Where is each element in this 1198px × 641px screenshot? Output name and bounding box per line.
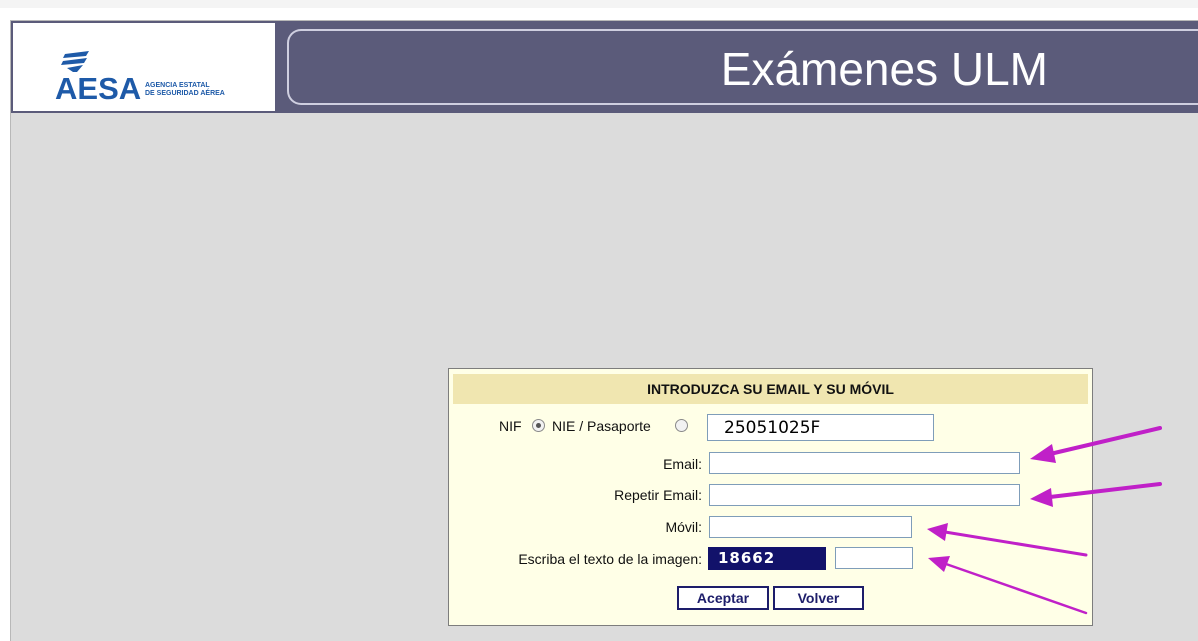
aesa-logo[interactable]: AESA AGENCIA ESTATAL DE SEGURIDAD AÉREA — [13, 23, 275, 111]
page: AESA AGENCIA ESTATAL DE SEGURIDAD AÉREA … — [0, 0, 1198, 641]
nie-radio[interactable] — [675, 419, 688, 432]
email-input[interactable] — [709, 452, 1020, 474]
captcha-input[interactable] — [835, 547, 913, 569]
title-panel: Exámenes ULM — [287, 29, 1198, 105]
nif-label: NIF — [499, 418, 522, 434]
nie-label: NIE / Pasaporte — [552, 418, 651, 434]
repeat-email-label: Repetir Email: — [614, 487, 702, 503]
captcha-image: 18662 — [708, 547, 826, 570]
back-button[interactable]: Volver — [773, 586, 864, 610]
mobile-input[interactable] — [709, 516, 912, 538]
repeat-email-input[interactable] — [709, 484, 1020, 506]
nif-radio[interactable] — [532, 419, 545, 432]
logo-subtitle: AGENCIA ESTATAL DE SEGURIDAD AÉREA — [145, 82, 225, 97]
form-heading: INTRODUZCA SU EMAIL Y SU MÓVIL — [453, 374, 1088, 404]
document-number-input[interactable] — [707, 414, 934, 441]
contact-form: INTRODUZCA SU EMAIL Y SU MÓVIL NIF NIE /… — [448, 368, 1093, 626]
accept-button[interactable]: Aceptar — [677, 586, 769, 610]
page-title: Exámenes ULM — [720, 43, 1048, 95]
aesa-wings-icon — [61, 51, 89, 72]
logo-text: AESA — [55, 71, 142, 106]
email-label: Email: — [663, 456, 702, 472]
captcha-label: Escriba el texto de la imagen: — [518, 551, 702, 567]
mobile-label: Móvil: — [665, 519, 702, 535]
top-strip — [0, 0, 1198, 8]
